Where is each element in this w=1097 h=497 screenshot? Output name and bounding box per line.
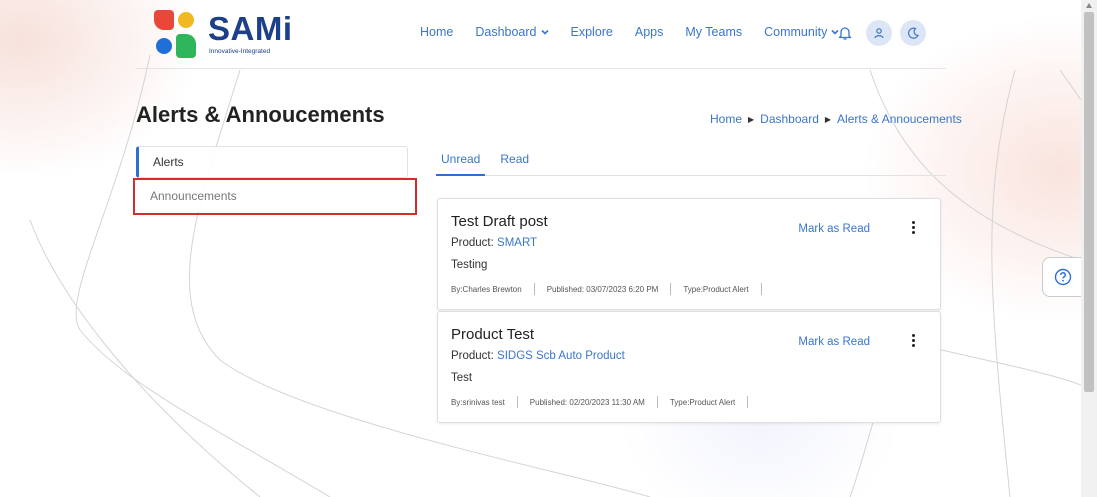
nav-icon-group [834, 20, 934, 46]
tab-bar: Unread Read [436, 152, 946, 176]
breadcrumb-dashboard[interactable]: Dashboard [760, 112, 819, 126]
logo-wordmark: SAMi [208, 10, 293, 47]
alert-published: Published: 03/07/2023 6:20 PM [546, 284, 659, 294]
alert-description: Testing [451, 259, 488, 271]
breadcrumb-current: Alerts & Annoucements [837, 112, 962, 126]
alert-type: Type:Product Alert [669, 397, 736, 407]
main-nav: Home Dashboard Explore Apps My Teams Com… [420, 25, 861, 39]
alert-title: Product Test [451, 326, 535, 343]
chevron-down-icon [540, 29, 549, 35]
nav-apps[interactable]: Apps [635, 25, 664, 39]
alert-meta: By:srinivas test Published: 02/20/2023 1… [451, 396, 760, 408]
breadcrumb: Home ▶ Dashboard ▶ Alerts & Annoucements [710, 112, 962, 126]
top-navbar: SAMi Innovative-Integrated Home Dashboar… [0, 0, 1081, 70]
mark-as-read-button[interactable]: Mark as Read [798, 336, 870, 348]
mark-as-read-button[interactable]: Mark as Read [798, 223, 870, 235]
logo-tagline: Innovative-Integrated [209, 48, 271, 55]
alert-description: Test [451, 372, 473, 384]
menu-item-label: Alerts [153, 155, 184, 169]
tab-unread[interactable]: Unread [436, 152, 486, 176]
nav-explore[interactable]: Explore [571, 25, 613, 39]
alert-card: Product Test Product: SIDGS Scb Auto Pro… [437, 311, 941, 423]
user-icon [874, 28, 884, 39]
nav-home[interactable]: Home [420, 25, 453, 39]
moon-icon [908, 27, 919, 39]
help-button[interactable] [1042, 257, 1082, 297]
scrollbar-thumb[interactable] [1084, 12, 1094, 392]
product-link[interactable]: SMART [497, 237, 537, 249]
alert-title: Test Draft post [451, 213, 548, 230]
nav-community[interactable]: Community [764, 25, 839, 39]
alert-author: By:Charles Brewton [451, 284, 522, 294]
alert-type: Type:Product Alert [683, 284, 749, 294]
more-options-icon[interactable] [910, 334, 916, 350]
alert-product: Product: SIDGS Scb Auto Product [451, 350, 625, 362]
alert-author: By:srinivas test [451, 397, 505, 407]
caret-right-icon: ▶ [824, 114, 832, 124]
nav-dashboard[interactable]: Dashboard [475, 25, 549, 39]
alert-card: Test Draft post Product: SMART Testing B… [437, 198, 941, 310]
breadcrumb-home[interactable]: Home [710, 112, 742, 126]
help-icon [1054, 268, 1071, 286]
vertical-scrollbar[interactable] [1081, 0, 1097, 497]
more-options-icon[interactable] [910, 221, 916, 237]
nav-my-teams[interactable]: My Teams [685, 25, 742, 39]
alert-product: Product: SMART [451, 237, 538, 249]
logo-mark-icon [154, 10, 196, 58]
tab-read[interactable]: Read [495, 152, 534, 176]
selection-highlight-box [133, 178, 417, 215]
profile-button[interactable] [866, 20, 892, 46]
notifications-button[interactable] [834, 22, 856, 44]
alert-meta: By:Charles Brewton Published: 03/07/2023… [451, 283, 774, 295]
menu-item-alerts[interactable]: Alerts [136, 146, 408, 178]
alert-published: Published: 02/20/2023 11:30 AM [529, 397, 645, 407]
caret-right-icon: ▶ [748, 114, 755, 124]
theme-toggle-button[interactable] [900, 20, 926, 46]
sami-logo[interactable]: SAMi Innovative-Integrated [154, 10, 304, 60]
product-link[interactable]: SIDGS Scb Auto Product [497, 350, 625, 362]
header-divider [136, 68, 946, 69]
scroll-up-icon[interactable] [1086, 3, 1092, 8]
page-title: Alerts & Annoucements [136, 102, 385, 127]
bell-icon [838, 27, 852, 40]
